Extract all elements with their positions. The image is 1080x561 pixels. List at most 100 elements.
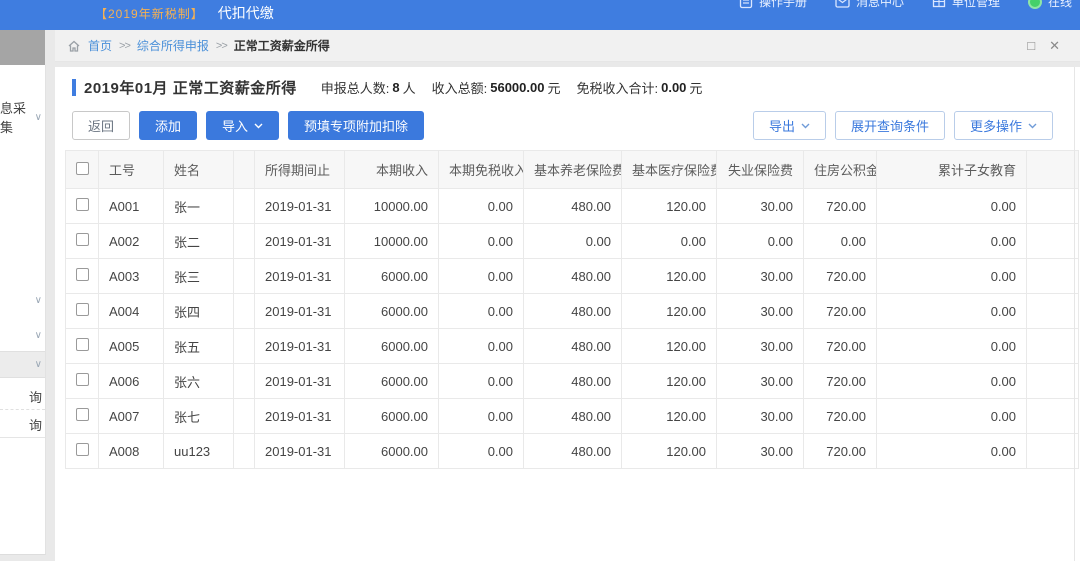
sidebar-header-stub	[0, 30, 45, 65]
chevron-down-icon: ∨	[34, 359, 42, 370]
table-cell: 0.00	[438, 188, 524, 224]
table-cell	[1026, 223, 1079, 259]
table-cell: 0.00	[523, 223, 622, 259]
scrollbar-track[interactable]	[1074, 67, 1075, 561]
table-cell: 480.00	[523, 258, 622, 294]
table-cell	[233, 398, 255, 434]
sidebar-item-query-2[interactable]: 询	[0, 411, 45, 438]
table-cell: 2019-01-31	[254, 398, 345, 434]
import-button[interactable]: 导入	[206, 111, 280, 140]
table-cell: 30.00	[716, 258, 804, 294]
table-cell: 0.00	[876, 328, 1027, 364]
chevron-down-icon: ∨	[34, 329, 42, 341]
page-title: 2019年01月 正常工资薪金所得	[84, 80, 297, 97]
menu-item-manual[interactable]: 操作手册	[739, 0, 807, 10]
row-checkbox[interactable]	[75, 268, 89, 281]
column-header: 累计子女教育	[876, 150, 1027, 189]
tab-withholding[interactable]: 代扣代缴	[218, 3, 274, 23]
table-cell: 张六	[163, 363, 234, 399]
table-cell: A008	[98, 433, 164, 469]
breadcrumb-home[interactable]: 首页	[88, 37, 112, 54]
manual-icon	[739, 0, 753, 8]
stat-total-income: 收入总额: 56000.00 元	[431, 80, 561, 96]
version-tag: 【2019年新税制】	[95, 6, 204, 21]
table-cell	[1026, 293, 1079, 329]
chevron-down-icon: ∨	[34, 294, 42, 306]
table-cell: 2019-01-31	[254, 188, 345, 224]
table-cell: 0.00	[876, 433, 1027, 469]
row-select-cell	[65, 363, 99, 399]
table-cell: 480.00	[523, 398, 622, 434]
row-select-cell	[65, 293, 99, 329]
org-icon	[932, 0, 946, 8]
row-select-cell	[65, 433, 99, 469]
row-checkbox[interactable]	[75, 233, 89, 246]
table-cell: 6000.00	[344, 433, 439, 469]
breadcrumb-bar: 首页 >> 综合所得申报 >> 正常工资薪金所得 □ ✕	[55, 30, 1080, 62]
table-cell	[233, 293, 255, 329]
table-cell	[1026, 328, 1079, 364]
breadcrumb-comprehensive-income[interactable]: 综合所得申报	[137, 37, 209, 54]
more-actions-button[interactable]: 更多操作	[953, 111, 1053, 140]
table-row: A003 张三 2019-01-31 6000.00 0.00 480.00 120.00 3…	[65, 258, 1079, 294]
table-cell: 0.00	[438, 363, 524, 399]
sidebar-item-active-group[interactable]: ∨	[0, 351, 45, 378]
export-button[interactable]: 导出	[752, 111, 826, 140]
sidebar-item-info-collect[interactable]: 息采集 ∨	[0, 101, 45, 135]
table-cell: 0.00	[876, 223, 1027, 259]
row-checkbox[interactable]	[75, 303, 89, 316]
sidebar-item-collapsed-2[interactable]: ∨	[0, 324, 45, 346]
select-all-checkbox[interactable]	[75, 161, 89, 175]
sidebar-item-collapsed-1[interactable]: ∨	[0, 289, 45, 311]
table-cell	[1026, 433, 1079, 469]
table-cell: A005	[98, 328, 164, 364]
table-cell: 0.00	[438, 433, 524, 469]
row-checkbox[interactable]	[75, 338, 89, 351]
table-cell: 30.00	[716, 328, 804, 364]
table-cell: 10000.00	[344, 188, 439, 224]
table-row: A006 张六 2019-01-31 6000.00 0.00 480.00 120.00 3…	[65, 363, 1079, 399]
table-cell: 120.00	[621, 188, 717, 224]
table-cell	[233, 258, 255, 294]
table-cell: 张二	[163, 223, 234, 259]
menu-item-messages[interactable]: 消息中心	[835, 0, 904, 10]
table-row: A002 张二 2019-01-31 10000.00 0.00 0.00 0.00 0.00…	[65, 223, 1079, 259]
row-checkbox[interactable]	[75, 443, 89, 456]
table-cell: 0.00	[876, 188, 1027, 224]
table-cell: 120.00	[621, 398, 717, 434]
prefill-special-deduction-button[interactable]: 预填专项附加扣除	[288, 111, 425, 140]
column-header: 所得期间止	[254, 150, 345, 189]
row-checkbox[interactable]	[75, 373, 89, 386]
table-cell: A003	[98, 258, 164, 294]
table-cell: 张三	[163, 258, 234, 294]
salary-table-wrap: 工号 姓名 所得期间止 本期收入 本期免税收入 基本养老保险费 基本医疗保险费 失业保险费 住房…	[65, 150, 1079, 469]
column-header: 工号	[98, 150, 164, 189]
table-cell	[1026, 363, 1079, 399]
close-icon[interactable]: ✕	[1049, 38, 1060, 54]
table-cell: 480.00	[523, 328, 622, 364]
menu-item-org[interactable]: 单位管理	[932, 0, 1000, 10]
sidebar-item-query-1[interactable]: 询	[0, 383, 45, 410]
table-row: A004 张四 2019-01-31 6000.00 0.00 480.00 120.00 3…	[65, 293, 1079, 329]
column-header: 失业保险费	[716, 150, 804, 189]
table-cell: A006	[98, 363, 164, 399]
row-checkbox[interactable]	[75, 408, 89, 421]
table-cell: 0.00	[438, 258, 524, 294]
row-checkbox[interactable]	[75, 198, 89, 211]
table-cell: 30.00	[716, 293, 804, 329]
table-cell: 480.00	[523, 433, 622, 469]
add-button[interactable]: 添加	[139, 111, 198, 140]
table-cell: 2019-01-31	[254, 258, 345, 294]
table-cell: 720.00	[803, 433, 877, 469]
menu-item-online-status[interactable]: 在线	[1027, 0, 1072, 10]
table-cell: 0.00	[876, 293, 1027, 329]
expand-query-button[interactable]: 展开查询条件	[834, 111, 945, 140]
table-cell: 2019-01-31	[254, 223, 345, 259]
table-row: A007 张七 2019-01-31 6000.00 0.00 480.00 120.00 3…	[65, 398, 1079, 434]
back-button[interactable]: 返回	[72, 111, 131, 140]
toolbar: 返回 添加 导入 预填专项附加扣除 导出 展开查询条件 更多操作	[72, 111, 1053, 140]
table-cell: 720.00	[803, 258, 877, 294]
column-header	[1026, 150, 1079, 189]
table-cell: 2019-01-31	[254, 328, 345, 364]
maximize-icon[interactable]: □	[1027, 38, 1035, 53]
